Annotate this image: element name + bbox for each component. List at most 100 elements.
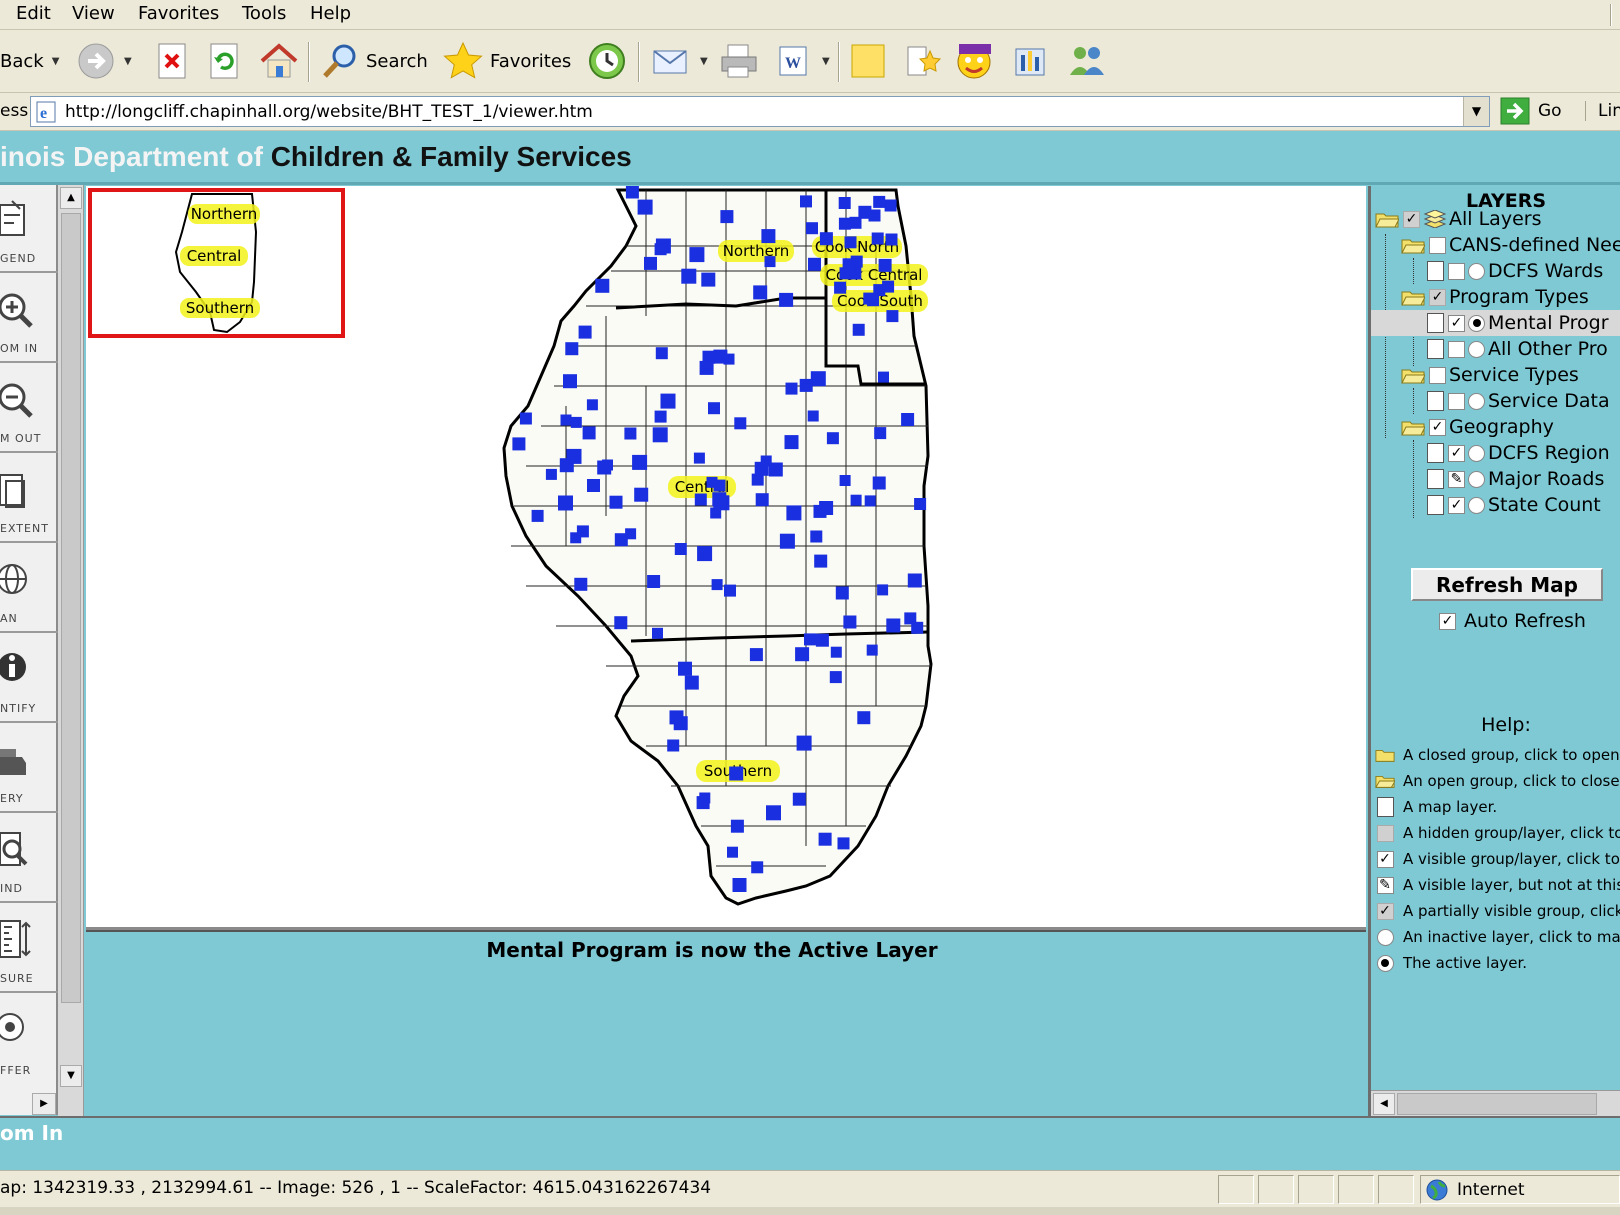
program-site-marker[interactable] [878, 371, 889, 383]
program-site-marker[interactable] [644, 256, 657, 270]
program-site-marker[interactable] [751, 861, 764, 874]
active-radio[interactable] [1468, 314, 1485, 332]
layer-row-cans-defined[interactable]: CANS-defined Nee [1401, 232, 1620, 258]
go-button[interactable]: Go [1500, 97, 1562, 125]
program-site-marker[interactable] [724, 584, 736, 597]
program-site-marker[interactable] [734, 417, 747, 430]
partial-checkbox[interactable]: ✓ [1403, 210, 1420, 228]
overview-map[interactable]: Northern Central Southern [88, 188, 345, 338]
program-site-marker[interactable] [810, 371, 826, 387]
program-site-marker[interactable] [560, 414, 572, 426]
program-site-marker[interactable] [779, 533, 795, 549]
program-site-marker[interactable] [582, 426, 596, 440]
program-site-marker[interactable] [699, 360, 714, 375]
program-site-marker[interactable] [558, 495, 573, 511]
program-site-marker[interactable] [764, 256, 776, 268]
layer-row-all-other-programs[interactable]: All Other Pro [1427, 336, 1608, 362]
layers-horizontal-scrollbar[interactable]: ◀ [1371, 1090, 1620, 1116]
menu-edit[interactable]: Edit [16, 3, 51, 24]
program-site-marker[interactable] [814, 554, 828, 568]
program-site-marker[interactable] [815, 633, 829, 647]
program-site-marker[interactable] [563, 374, 577, 389]
program-site-marker[interactable] [545, 468, 557, 480]
scroll-left-icon[interactable]: ◀ [1373, 1093, 1395, 1115]
inactive-radio[interactable] [1468, 444, 1485, 462]
program-site-marker[interactable] [864, 495, 876, 507]
program-site-marker[interactable] [768, 462, 783, 477]
program-site-marker[interactable] [868, 209, 881, 222]
program-site-marker[interactable] [678, 661, 692, 676]
research-button[interactable] [902, 40, 942, 82]
program-site-marker[interactable] [574, 577, 588, 591]
program-site-marker[interactable] [784, 435, 799, 450]
hidden-checkbox[interactable] [1448, 262, 1465, 280]
program-site-marker[interactable] [732, 878, 747, 892]
program-site-marker[interactable] [852, 323, 865, 336]
program-site-marker[interactable] [634, 487, 649, 502]
program-site-marker[interactable] [766, 805, 781, 821]
program-site-marker[interactable] [807, 410, 819, 422]
stop-button[interactable] [156, 40, 190, 82]
visible-checkbox[interactable]: ✓ [1448, 314, 1465, 332]
scroll-up-icon[interactable]: ▲ [60, 187, 82, 209]
program-site-marker[interactable] [565, 342, 579, 356]
menu-tools[interactable]: Tools [242, 3, 286, 24]
program-site-marker[interactable] [578, 325, 592, 339]
program-site-marker[interactable] [843, 615, 857, 629]
mail-button[interactable]: ▼ [650, 40, 708, 82]
program-site-marker[interactable] [669, 710, 684, 725]
program-site-marker[interactable] [834, 281, 847, 294]
program-site-marker[interactable] [874, 427, 887, 440]
program-site-marker[interactable] [654, 243, 667, 256]
program-site-marker[interactable] [813, 504, 827, 518]
refresh-button[interactable] [208, 40, 242, 82]
program-site-marker[interactable] [808, 257, 821, 271]
program-site-marker[interactable] [779, 292, 794, 307]
search-button[interactable]: Search [320, 40, 428, 82]
layer-row-all-layers[interactable]: ✓ All Layers [1375, 206, 1541, 232]
program-site-marker[interactable] [799, 378, 813, 392]
edit-dropdown-icon[interactable]: ▼ [822, 56, 830, 67]
layer-row-major-roads[interactable]: ✎ Major Roads [1427, 466, 1604, 492]
program-site-marker[interactable] [800, 195, 812, 208]
program-site-marker[interactable] [730, 819, 744, 833]
program-site-marker[interactable] [872, 476, 886, 490]
tool-full-extent[interactable]: EXTENT [0, 455, 58, 543]
visible-checkbox[interactable]: ✓ [1448, 444, 1465, 462]
layer-row-service-data[interactable]: Service Data [1427, 388, 1610, 414]
program-site-marker[interactable] [884, 199, 897, 212]
program-site-marker[interactable] [830, 646, 842, 658]
program-site-marker[interactable] [866, 644, 878, 656]
layer-row-state-counties[interactable]: ✓ State Count [1427, 492, 1601, 518]
program-site-marker[interactable] [681, 268, 697, 284]
program-site-marker[interactable] [826, 432, 839, 445]
program-site-marker[interactable] [785, 382, 798, 395]
tool-pan[interactable]: AN [0, 545, 58, 633]
program-site-marker[interactable] [885, 233, 898, 246]
scroll-right-icon[interactable]: ▶ [32, 1093, 56, 1115]
visible-checkbox[interactable]: ✓ [1429, 418, 1446, 436]
tool-query[interactable]: ERY [0, 725, 58, 813]
hidden-checkbox[interactable] [1429, 366, 1446, 384]
program-site-marker[interactable] [871, 232, 884, 245]
layer-row-mental-program[interactable]: ✓ Mental Progr [1371, 310, 1620, 336]
program-site-marker[interactable] [624, 427, 637, 440]
refresh-map-button[interactable]: Refresh Map [1411, 568, 1603, 601]
program-site-marker[interactable] [911, 621, 924, 634]
program-site-marker[interactable] [625, 186, 639, 199]
program-site-marker[interactable] [689, 247, 705, 263]
program-site-marker[interactable] [713, 479, 726, 492]
program-site-marker[interactable] [796, 735, 812, 751]
partial-checkbox[interactable]: ✓ [1429, 288, 1446, 306]
discuss-button[interactable] [848, 40, 888, 82]
tool-zoom-in[interactable]: OM IN [0, 275, 58, 363]
hidden-checkbox[interactable] [1448, 340, 1465, 358]
forward-dropdown-icon[interactable]: ▼ [124, 56, 132, 67]
program-site-marker[interactable] [886, 310, 899, 323]
auto-refresh-toggle[interactable]: ✓ Auto Refresh [1439, 610, 1586, 632]
tool-zoom-out[interactable]: M OUT [0, 365, 58, 453]
program-site-marker[interactable] [708, 402, 720, 415]
program-site-marker[interactable] [654, 410, 667, 423]
program-site-marker[interactable] [727, 846, 738, 858]
address-dropdown-icon[interactable]: ▼ [1463, 97, 1489, 126]
